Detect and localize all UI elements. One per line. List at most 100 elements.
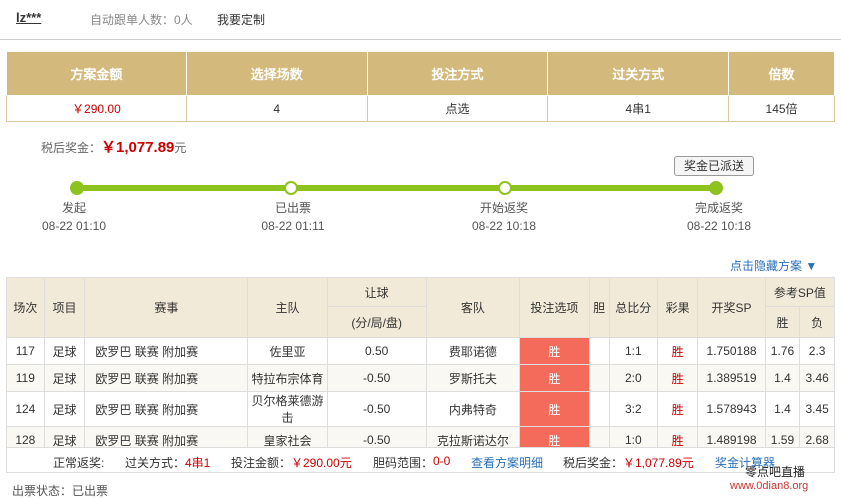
cell-handicap: 0.50	[326, 337, 427, 365]
bet-method: 点选	[366, 95, 549, 122]
col-score: 总比分	[608, 277, 658, 338]
cell-banker	[588, 364, 610, 392]
cell-result: 胜	[656, 364, 699, 392]
view-plan-detail-link[interactable]: 查看方案明细	[471, 454, 543, 471]
progress-track	[77, 185, 717, 191]
cell-league: 欧罗巴 联赛 附加赛	[84, 337, 249, 365]
plan-footer: 正常返奖: 过关方式： 4串1 投注金额： ￥290.00元 胆码范围： 0-0…	[6, 447, 835, 473]
step-time-payout-done: 08-22 10:18	[686, 219, 752, 233]
cell-result: 胜	[656, 391, 699, 427]
banker-range-label: 胆码范围：	[373, 456, 434, 470]
watermark-url: www.0dian8.org	[730, 480, 809, 492]
summary-row: ￥290.00 4 点选 4串1 145倍	[6, 95, 835, 122]
col-pick: 投注选项	[519, 277, 590, 338]
col-result: 彩果	[656, 277, 699, 338]
cell-handicap: -0.50	[326, 364, 427, 392]
cell-ref-lose: 2.3	[799, 337, 835, 365]
cell-banker	[588, 337, 610, 365]
cell-ref-win: 1.4	[764, 364, 801, 392]
cell-ref-lose: 3.45	[799, 391, 835, 427]
customize-link[interactable]: 我要定制	[217, 11, 265, 28]
banker-range-value: 0-0	[433, 454, 451, 468]
pass-label: 过关方式：	[125, 456, 186, 470]
step-dot-ticketed	[284, 181, 298, 195]
match-detail-table: 场次 项目 赛事 主队 让球 客队 投注选项 胆 总比分 彩果 开奖SP 参考S…	[6, 277, 836, 454]
table-row: 117 足球 欧罗巴 联赛 附加赛 佐里亚 0.50 费耶诺德 胜 1:1 胜 …	[6, 337, 835, 365]
bet-amount-value: ￥290.00元	[291, 456, 352, 470]
step-label-started: 发起	[61, 201, 86, 215]
step-label-ticketed: 已出票	[274, 201, 311, 215]
follow-count: 自动跟单人数：0人	[90, 13, 193, 27]
step-label-payout-start: 开始返奖	[479, 201, 528, 215]
cell-type: 足球	[43, 364, 86, 392]
cell-home: 贝尔格莱德游击	[247, 391, 328, 427]
table-row: 124 足球 欧罗巴 联赛 附加赛 贝尔格莱德游击 -0.50 内弗特奇 胜 3…	[6, 391, 835, 427]
col-type: 项目	[43, 277, 86, 338]
table-row: 119 足球 欧罗巴 联赛 附加赛 特拉布宗体育 -0.50 罗斯托夫 胜 2:…	[6, 364, 835, 392]
step-time-payout-start: 08-22 10:18	[471, 219, 537, 233]
col-league: 赛事	[84, 277, 249, 338]
cell-sp: 1.578943	[697, 391, 766, 427]
normal-payout-label: 正常返奖:	[53, 456, 105, 470]
cell-ref-lose: 3.46	[799, 364, 835, 392]
after-tax-value: ￥1,077.89元	[623, 456, 694, 470]
ticket-status: 出票状态：已出票	[12, 484, 109, 498]
cell-home: 佐里亚	[247, 337, 328, 365]
watermark-title: 零点吧直播	[745, 465, 806, 479]
step-time-ticketed: 08-22 01:11	[261, 219, 325, 233]
plan-summary-table: 方案金额 选择场数 投注方式 过关方式 倍数 ￥290.00 4 点选 4串1 …	[6, 51, 835, 122]
cell-handicap: -0.50	[326, 391, 427, 427]
cell-no: 119	[6, 364, 45, 392]
header-bet-method: 投注方式	[366, 51, 549, 96]
step-dot-started	[70, 181, 84, 195]
match-count: 4	[185, 95, 368, 122]
cell-pick: 胜	[519, 391, 590, 427]
cell-score: 1:1	[608, 337, 658, 365]
multiple: 145倍	[728, 95, 835, 122]
col-banker: 胆	[588, 277, 610, 338]
cell-pick: 胜	[519, 337, 590, 365]
cell-type: 足球	[43, 337, 86, 365]
cell-score: 2:0	[608, 364, 658, 392]
bonus-amount: ￥1,077.89	[101, 139, 175, 156]
cell-sp: 1.750188	[697, 337, 766, 365]
step-time-started: 08-22 01:10	[41, 219, 107, 233]
pass-method: 4串1	[547, 95, 730, 122]
top-bar: lz*** 自动跟单人数：0人 我要定制	[0, 0, 841, 40]
bonus-label: 税后奖金：	[41, 141, 102, 155]
col-handicap-sub: (分/局/盘)	[326, 306, 427, 338]
username-link[interactable]: lz***	[16, 10, 41, 25]
col-ref-win: 胜	[764, 306, 801, 338]
cell-home: 特拉布宗体育	[247, 364, 328, 392]
header-pass-method: 过关方式	[547, 51, 730, 96]
cell-ref-win: 1.4	[764, 391, 801, 427]
pass-value: 4串1	[185, 456, 211, 470]
bonus-sent-badge: 奖金已派送	[674, 156, 754, 176]
col-ref-sp: 参考SP值	[764, 277, 836, 307]
after-tax-label: 税后奖金：	[563, 456, 624, 470]
cell-no: 124	[6, 391, 45, 427]
cell-result: 胜	[656, 337, 699, 365]
bonus-unit: 元	[174, 141, 187, 155]
col-ref-lose: 负	[799, 306, 835, 338]
step-dot-payout-done	[709, 181, 723, 195]
cell-ref-win: 1.76	[764, 337, 801, 365]
plan-amount: ￥290.00	[6, 95, 187, 122]
col-sp: 开奖SP	[697, 277, 766, 338]
col-away: 客队	[425, 277, 521, 338]
cell-away: 罗斯托夫	[425, 364, 521, 392]
step-label-payout-done: 完成返奖	[694, 201, 743, 215]
bet-amount-label: 投注金额：	[231, 456, 292, 470]
col-no: 场次	[6, 277, 45, 338]
header-match-count: 选择场数	[185, 51, 368, 96]
cell-sp: 1.389519	[697, 364, 766, 392]
cell-away: 内弗特奇	[425, 391, 521, 427]
cell-league: 欧罗巴 联赛 附加赛	[84, 364, 249, 392]
cell-banker	[588, 391, 610, 427]
cell-pick: 胜	[519, 364, 590, 392]
step-dot-payout-start	[498, 181, 512, 195]
hide-plan-link[interactable]: 点击隐藏方案 ▼	[730, 257, 817, 274]
cell-away: 费耶诺德	[425, 337, 521, 365]
cell-league: 欧罗巴 联赛 附加赛	[84, 391, 249, 427]
header-multiple: 倍数	[728, 51, 835, 96]
